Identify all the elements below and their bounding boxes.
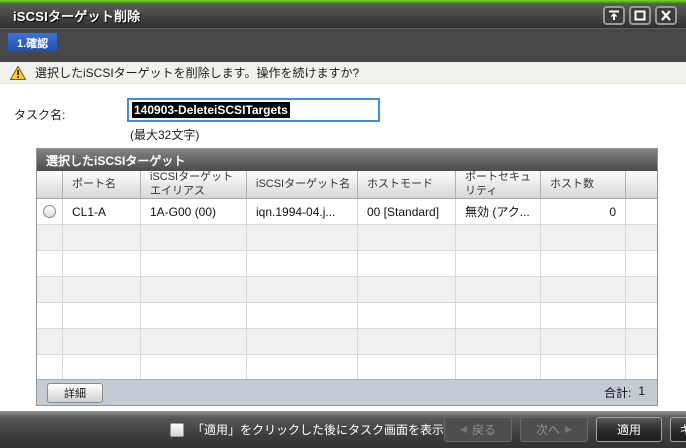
table-header-row: ポート名 iSCSIターゲットエイリアス iSCSIターゲット名 ホストモード … xyxy=(37,171,657,199)
tab-step1-confirm[interactable]: 1.確認 xyxy=(8,33,58,52)
window-controls xyxy=(603,6,686,25)
back-button-label: 戻る xyxy=(471,423,496,437)
close-icon[interactable] xyxy=(655,6,677,25)
dialog-content: 選択したiSCSIターゲットを削除します。操作を続けますか? タスク名: 140… xyxy=(0,62,686,411)
next-button[interactable]: 次へ ▶ xyxy=(520,417,589,442)
column-radio xyxy=(37,171,63,198)
table-row[interactable]: CL1-A 1A-G00 (00) iqn.1994-04.j... 00 [S… xyxy=(37,199,657,225)
task-name-max-hint: (最大32文字) xyxy=(130,128,200,142)
column-target-name[interactable]: iSCSIターゲット名 xyxy=(247,171,358,198)
row-radio-cell xyxy=(37,199,63,224)
column-host-count[interactable]: ホスト数 xyxy=(541,171,626,198)
empty-table-row xyxy=(37,225,657,251)
column-port-name[interactable]: ポート名 xyxy=(63,171,141,198)
next-arrow-icon: ▶ xyxy=(565,424,572,434)
row-radio-button[interactable] xyxy=(43,205,56,218)
task-name-input[interactable]: 140903-DeleteiSCSITargets xyxy=(127,98,380,122)
next-button-label: 次へ xyxy=(536,423,561,437)
empty-table-row xyxy=(37,251,657,277)
warning-bar: 選択したiSCSIターゲットを削除します。操作を続けますか? xyxy=(0,62,686,84)
apply-button[interactable]: 適用 xyxy=(596,417,663,442)
delete-iscsi-target-dialog: iSCSIターゲット削除 1.確認 選択したiSCSIターゲットを削除します。操… xyxy=(0,0,686,448)
column-spacer xyxy=(626,171,657,198)
step-tabstrip: 1.確認 xyxy=(0,28,686,62)
cell-spacer xyxy=(626,199,657,224)
bottom-action-bar: 「適用」をクリックした後にタスク画面を表示 ◀ 戻る 次へ ▶ 適用 キャンセル… xyxy=(0,411,686,448)
cell-port-security: 無効 (アク... xyxy=(456,199,541,224)
back-arrow-icon: ◀ xyxy=(460,424,467,434)
column-host-mode[interactable]: ホストモード xyxy=(358,171,456,198)
selected-targets-table: 選択したiSCSIターゲット ポート名 iSCSIターゲットエイリアス iSCS… xyxy=(36,148,658,406)
total-label: 合計: xyxy=(603,386,632,400)
total-value: 1 xyxy=(638,384,645,398)
maximize-icon[interactable] xyxy=(629,6,651,25)
cell-host-mode: 00 [Standard] xyxy=(358,199,456,224)
warning-icon xyxy=(10,65,26,80)
table-title: 選択したiSCSIターゲット xyxy=(37,149,657,171)
show-task-screen-label: 「適用」をクリックした後にタスク画面を表示 xyxy=(192,423,445,437)
empty-table-row xyxy=(37,303,657,329)
popout-icon[interactable] xyxy=(603,6,625,25)
total-count: 合計: 1 xyxy=(604,384,647,401)
warning-message: 選択したiSCSIターゲットを削除します。操作を続けますか? xyxy=(35,66,360,80)
cell-target-name: iqn.1994-04.j... xyxy=(247,199,358,224)
empty-table-row xyxy=(37,277,657,303)
column-port-security[interactable]: ポートセキュリティ xyxy=(456,171,541,198)
cell-port-name: CL1-A xyxy=(63,199,141,224)
cell-target-alias: 1A-G00 (00) xyxy=(141,199,247,224)
titlebar: iSCSIターゲット削除 xyxy=(0,3,686,28)
cancel-button[interactable]: キャンセル xyxy=(670,417,686,442)
cell-host-count: 0 xyxy=(541,199,626,224)
task-name-value: 140903-DeleteiSCSITargets xyxy=(132,102,290,118)
detail-button[interactable]: 詳細 xyxy=(47,382,103,403)
table-body: CL1-A 1A-G00 (00) iqn.1994-04.j... 00 [S… xyxy=(37,199,657,379)
dialog-title: iSCSIターゲット削除 xyxy=(13,9,141,24)
action-buttons: ◀ 戻る 次へ ▶ 適用 キャンセル ? xyxy=(444,417,686,442)
show-task-screen-checkbox[interactable] xyxy=(170,422,184,437)
column-target-alias[interactable]: iSCSIターゲットエイリアス xyxy=(141,171,247,198)
back-button[interactable]: ◀ 戻る xyxy=(444,417,513,442)
table-footer: 詳細 合計: 1 xyxy=(37,379,657,405)
task-name-label: タスク名: xyxy=(14,108,66,122)
empty-table-row xyxy=(37,329,657,355)
empty-table-row xyxy=(37,355,657,379)
